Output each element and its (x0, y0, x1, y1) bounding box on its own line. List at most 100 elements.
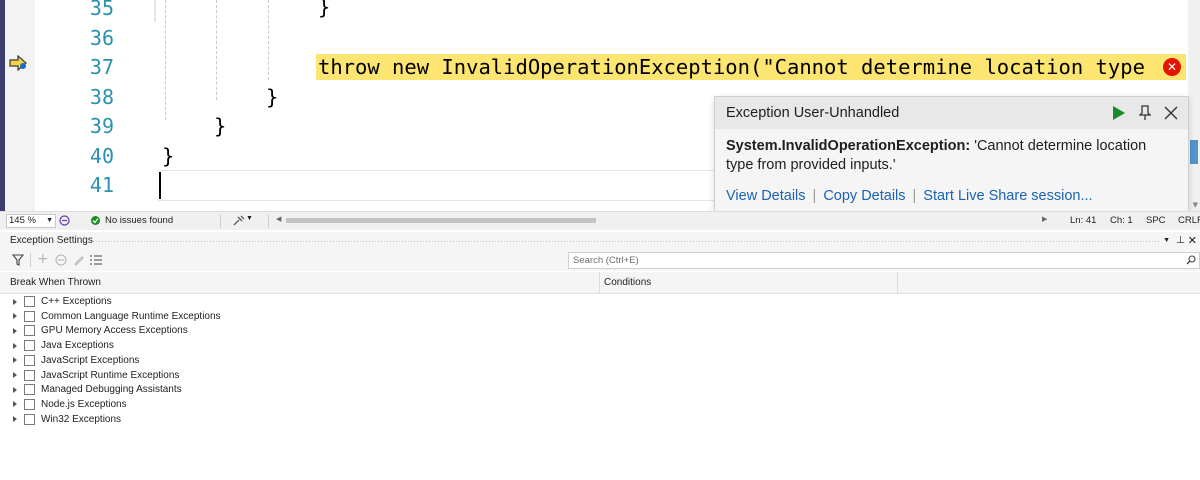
column-header-break-when-thrown[interactable]: Break When Thrown (0, 272, 600, 294)
indent-guide (268, 0, 269, 80)
expand-icon[interactable] (13, 401, 17, 408)
checkbox[interactable] (24, 340, 35, 352)
scrollbar-thumb[interactable] (286, 218, 596, 223)
checkbox[interactable] (24, 325, 35, 337)
expand-icon[interactable] (13, 327, 17, 334)
checkbox[interactable] (24, 384, 35, 396)
restore-defaults-icon[interactable] (89, 253, 103, 267)
code-line-35[interactable]: } (318, 0, 330, 19)
pin-icon[interactable]: ⊥ (1176, 232, 1185, 250)
titlebar-grip (92, 240, 1160, 243)
exception-message: System.InvalidOperationException: 'Canno… (715, 129, 1188, 175)
live-share-link[interactable]: Start Live Share session... (923, 188, 1092, 204)
editor-horizontal-scrollbar[interactable]: ◀ ▶ (276, 215, 1047, 225)
search-input[interactable]: Search (Ctrl+E) (568, 252, 1200, 269)
line-ending-indicator[interactable]: CRLF (1178, 215, 1200, 226)
code-line-37[interactable]: throw new InvalidOperationException("Can… (318, 55, 1145, 79)
execution-pointer-icon (9, 55, 27, 71)
category-label: Node.js Exceptions (41, 398, 127, 410)
line-indicator[interactable]: Ln: 41 (1070, 215, 1096, 226)
search-placeholder: Search (Ctrl+E) (573, 255, 639, 266)
expand-icon[interactable] (13, 342, 17, 349)
play-icon (1113, 106, 1125, 120)
exception-message-line2: type from provided inputs.' (726, 157, 896, 173)
expand-icon[interactable] (13, 386, 17, 393)
filter-icon[interactable] (12, 254, 24, 266)
close-button[interactable] (1158, 100, 1184, 126)
chevron-down-icon[interactable]: ▼ (246, 215, 253, 222)
pane-title: Exception Settings (10, 235, 93, 246)
exception-popup-header: Exception User-Unhandled (715, 97, 1188, 129)
exception-message-line1: 'Cannot determine location (974, 138, 1147, 154)
column-header-conditions[interactable]: Conditions (600, 272, 898, 294)
collapse-bar (154, 0, 156, 22)
chevron-down-icon[interactable]: ▼ (1163, 232, 1170, 250)
category-label: Common Language Runtime Exceptions (41, 310, 221, 322)
exception-settings-titlebar[interactable]: Exception Settings ▼ ⊥ ✕ (0, 232, 1200, 250)
close-icon[interactable]: ✕ (1188, 232, 1197, 250)
code-cleanup-icon[interactable] (233, 215, 245, 226)
code-line-40[interactable]: } (162, 144, 174, 168)
scroll-down-icon[interactable]: ▼ (1193, 201, 1198, 209)
line-number: 35 (89, 0, 114, 20)
list-item[interactable]: Node.js Exceptions (0, 397, 127, 412)
check-circle-icon (91, 216, 100, 225)
expand-icon[interactable] (13, 357, 17, 364)
list-item[interactable]: Java Exceptions (0, 338, 114, 353)
copy-details-link[interactable]: Copy Details (823, 188, 905, 204)
code-line-38[interactable]: } (266, 85, 278, 109)
list-item[interactable]: Common Language Runtime Exceptions (0, 309, 221, 324)
list-item[interactable]: Win32 Exceptions (0, 412, 121, 427)
checkbox[interactable] (24, 413, 35, 425)
search-icon[interactable] (1186, 255, 1196, 265)
line-number: 39 (89, 114, 114, 138)
view-details-link[interactable]: View Details (726, 188, 806, 204)
code-editor[interactable]: 35 36 37 38 39 40 41 } throw new Invalid… (0, 0, 1200, 211)
code-health-icon[interactable] (59, 215, 70, 226)
line-number: 37 (89, 55, 114, 79)
continue-button[interactable] (1106, 100, 1132, 126)
line-number: 36 (89, 26, 114, 50)
list-item[interactable]: JavaScript Exceptions (0, 353, 139, 368)
column-headers: Break When Thrown Conditions (0, 272, 1200, 294)
checkbox[interactable] (24, 398, 35, 410)
link-separator: | (912, 188, 917, 204)
editor-vertical-scrollbar[interactable]: ▼ (1188, 0, 1200, 211)
scrollbar-marker (1190, 140, 1198, 164)
category-label: JavaScript Exceptions (41, 354, 140, 366)
add-icon[interactable]: + (37, 251, 49, 267)
pin-button[interactable] (1132, 100, 1158, 126)
checkbox[interactable] (24, 354, 35, 366)
expand-icon[interactable] (13, 416, 17, 423)
error-icon[interactable]: ✕ (1163, 58, 1181, 76)
chevron-down-icon: ▼ (46, 217, 53, 224)
edit-condition-icon[interactable] (73, 254, 85, 266)
editor-status-bar: 145 % ▼ No issues found ▼ ◀ ▶ Ln: 41 Ch:… (0, 211, 1200, 230)
category-label: JavaScript Runtime Exceptions (41, 369, 180, 381)
char-indicator[interactable]: Ch: 1 (1110, 215, 1133, 226)
code-line-39[interactable]: } (214, 114, 226, 138)
list-item[interactable]: Managed Debugging Assistants (0, 382, 182, 397)
whitespace-indicator[interactable]: SPC (1146, 215, 1166, 226)
line-number: 38 (89, 85, 114, 109)
expand-icon[interactable] (13, 372, 17, 378)
scroll-right-icon[interactable]: ▶ (1042, 215, 1047, 223)
category-label: GPU Memory Access Exceptions (41, 325, 188, 337)
list-item[interactable]: C++ Exceptions (0, 294, 112, 309)
expand-icon[interactable] (13, 313, 17, 320)
zoom-dropdown[interactable]: 145 % ▼ (6, 214, 56, 228)
category-label: Java Exceptions (41, 340, 114, 352)
checkbox[interactable] (24, 296, 35, 307)
scroll-left-icon[interactable]: ◀ (276, 215, 281, 223)
issues-status[interactable]: No issues found (105, 215, 173, 226)
remove-icon[interactable] (55, 254, 67, 266)
checkbox[interactable] (24, 310, 35, 322)
expand-icon[interactable] (13, 298, 17, 305)
list-item[interactable]: GPU Memory Access Exceptions (0, 323, 188, 338)
link-separator: | (812, 188, 817, 204)
checkbox[interactable] (24, 369, 35, 381)
toolbar-divider (30, 253, 31, 267)
glyph-margin[interactable] (5, 0, 35, 211)
exception-settings-toolbar: + Search (Ctrl+E) (0, 250, 1200, 271)
list-item[interactable]: JavaScript Runtime Exceptions (0, 368, 179, 383)
